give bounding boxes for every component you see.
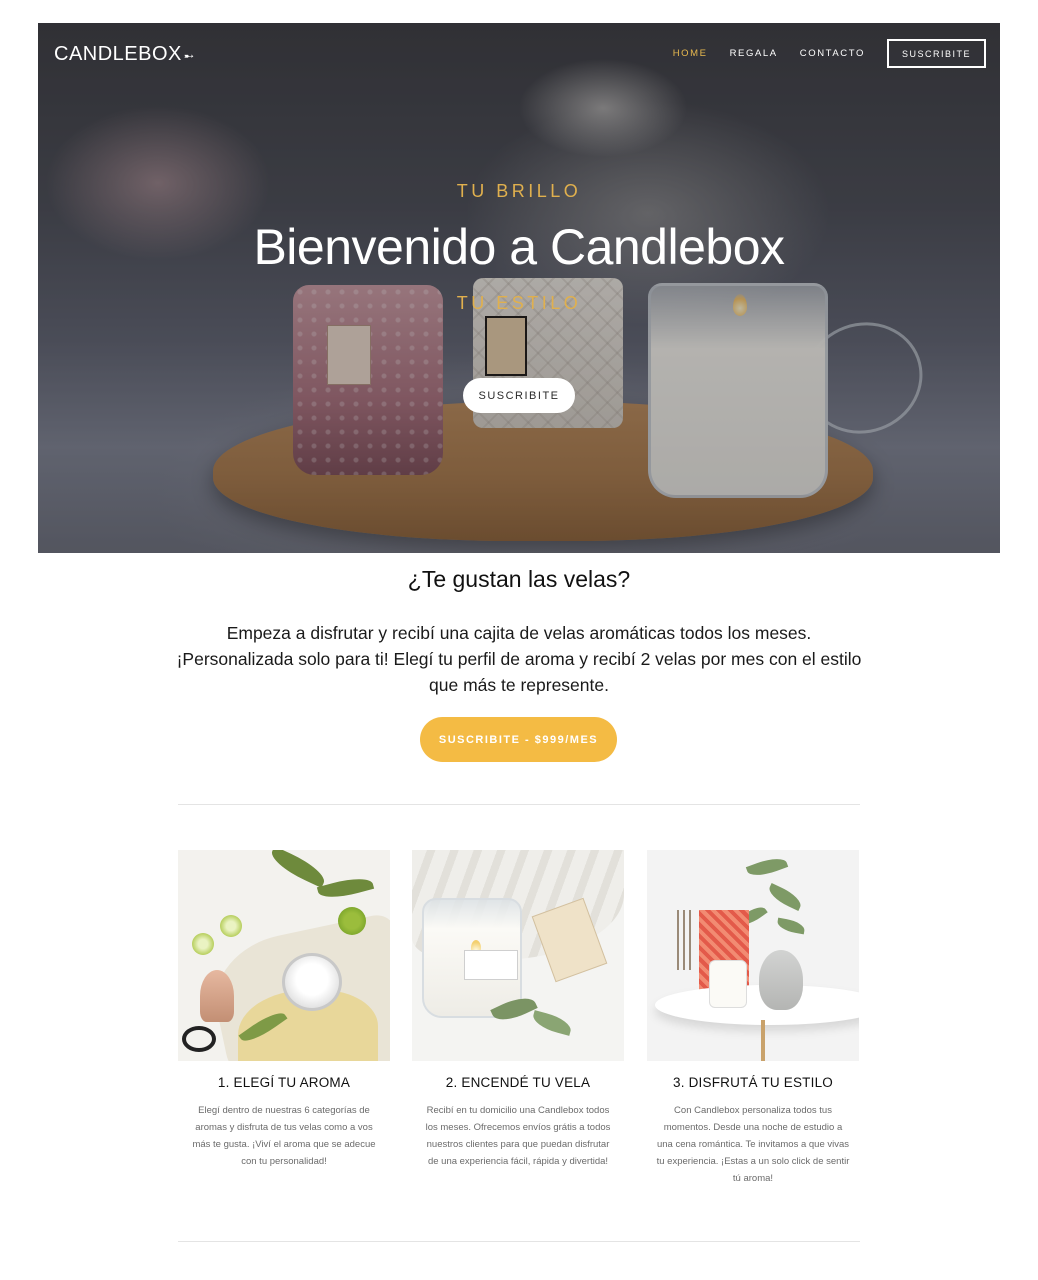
candle-feature-image (412, 850, 624, 1061)
subscribe-price-button[interactable]: SUSCRIBITE - $999/MES (420, 717, 617, 762)
feature-title: 2. ENCENDÉ TU VELA (445, 1075, 591, 1090)
main-nav: HOME REGALA CONTACTO SUSCRIBITE (651, 39, 986, 68)
feature-title: 1. ELEGÍ TU AROMA (217, 1075, 351, 1090)
hero-kicker-bottom: TU ESTILO (456, 293, 582, 313)
nav-home[interactable]: HOME (673, 48, 708, 59)
style-feature-image (647, 850, 859, 1061)
footer-divider (178, 1241, 860, 1242)
hero-kicker-top: TU BRILLO (456, 181, 582, 201)
feature-card-vela: 2. ENCENDÉ TU VELA Recibí en tu domicili… (412, 850, 624, 1170)
intro-title: ¿Te gustan las velas? (407, 566, 631, 592)
nav-regala[interactable]: REGALA (730, 48, 778, 59)
nav-subscribe-button[interactable]: SUSCRIBITE (886, 39, 986, 68)
feature-card-aroma: 1. ELEGÍ TU AROMA Elegí dentro de nuestr… (178, 850, 390, 1170)
aroma-feature-image (178, 850, 390, 1061)
feature-text: Recibí en tu domicilio una Candlebox tod… (425, 1105, 611, 1167)
hero-banner: CANDLEBOX ➸ HOME REGALA CONTACTO SUSCRIBI… (38, 23, 1000, 553)
feature-card-estilo: 3. DISFRUTÁ TU ESTILO Con Candlebox pers… (647, 850, 859, 1187)
hero-overlay (38, 23, 1000, 553)
feather-icon: ➸ (183, 49, 195, 63)
nav-contacto[interactable]: CONTACTO (800, 48, 865, 59)
hero-subscribe-button[interactable]: SUSCRIBITE (463, 378, 575, 413)
feature-text: Elegí dentro de nuestras 6 categorías de… (192, 1105, 376, 1167)
hero-title: Bienvenido a Candlebox (253, 219, 785, 275)
logo[interactable]: CANDLEBOX ➸ (54, 43, 194, 66)
logo-text: CANDLEBOX (54, 43, 182, 65)
feature-title: 3. DISFRUTÁ TU ESTILO (673, 1075, 833, 1090)
section-divider (178, 804, 860, 805)
feature-text: Con Candlebox personaliza todos tus mome… (656, 1105, 850, 1184)
intro-text: Empeza a disfrutar y recibí una cajita d… (176, 623, 862, 695)
